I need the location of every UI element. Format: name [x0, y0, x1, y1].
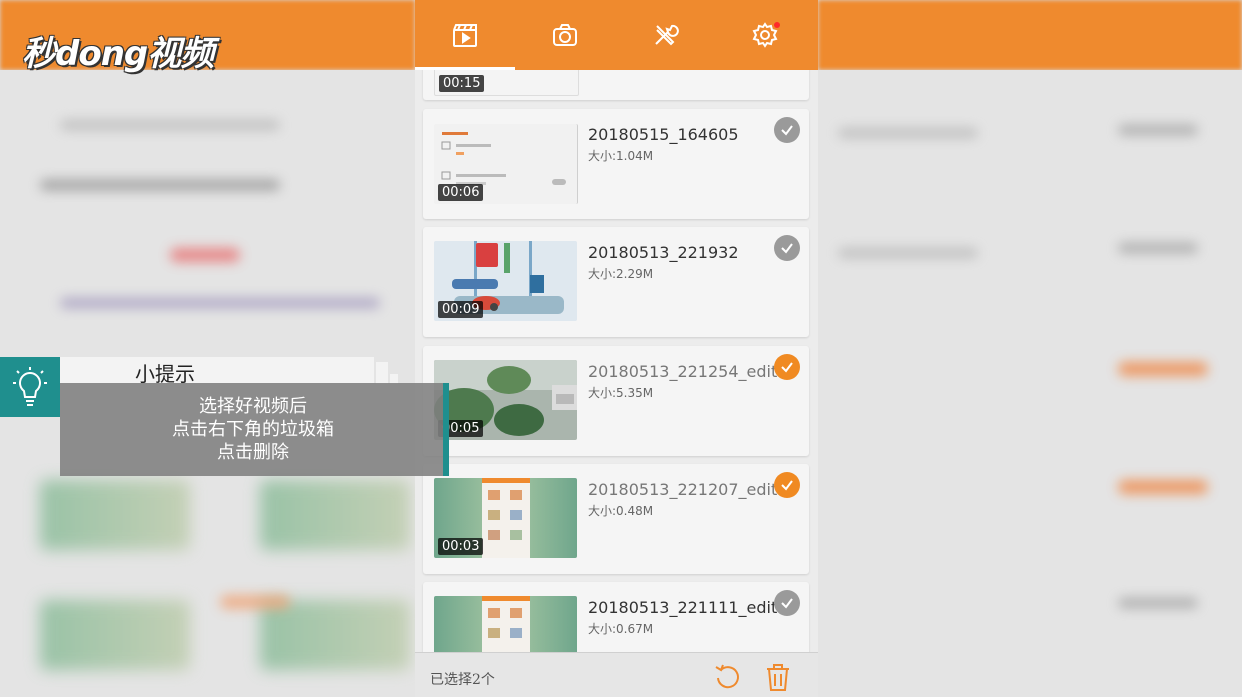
select-checkbox[interactable]: [774, 354, 800, 380]
list-item[interactable]: 00:03 20180513_221207_edit... 大小:0.48M: [423, 464, 809, 574]
video-thumbnail: 00:09: [434, 241, 577, 321]
select-checkbox[interactable]: [774, 235, 800, 261]
tip-bulb-box: [0, 357, 60, 417]
tip-accent-bar: [443, 383, 449, 476]
tools-icon: [655, 24, 679, 46]
video-list[interactable]: 00:15 00:06 20180515_164605 大小:1.04M 00:…: [415, 70, 818, 652]
phone-screen: 00:15 00:06 20180515_164605 大小:1.04M 00:…: [415, 0, 818, 697]
tip-line: 选择好视频后: [199, 396, 307, 417]
duration-label: 00:06: [438, 184, 484, 201]
check-icon: [781, 125, 793, 136]
check-icon: [781, 480, 793, 491]
file-name: 20180513_221932: [588, 243, 739, 262]
file-name: 20180515_164605: [588, 125, 739, 144]
list-item[interactable]: 00:05 20180513_221254_edit... 大小:5.35M: [423, 346, 809, 456]
tab-video[interactable]: [415, 0, 515, 70]
video-thumbnail: [434, 596, 577, 652]
selected-count: 已选择2个: [430, 672, 495, 688]
undo-icon: [715, 664, 739, 689]
file-size: 大小:2.29M: [588, 267, 654, 281]
duration-label: 00:03: [438, 538, 484, 555]
list-item[interactable]: 00:15: [423, 70, 809, 100]
background-right: [818, 0, 1242, 697]
video-thumbnail: 00:15: [434, 70, 579, 96]
video-thumbnail: 00:06: [434, 124, 578, 204]
list-item[interactable]: 00:09 20180513_221932 大小:2.29M: [423, 227, 809, 337]
select-checkbox[interactable]: [774, 117, 800, 143]
video-thumbnail: 00:05: [434, 360, 577, 440]
check-icon: [781, 243, 793, 254]
trash-icon: [767, 664, 789, 691]
select-checkbox[interactable]: [774, 590, 800, 616]
file-size: 大小:0.67M: [588, 622, 654, 636]
tip-title-bar: 小提示: [60, 357, 374, 386]
camera-icon: [553, 24, 577, 46]
notification-dot: [774, 22, 780, 28]
tab-tools[interactable]: [615, 0, 715, 70]
brand-logo: 秒dong视频: [22, 34, 214, 74]
video-thumbnail: 00:03: [434, 478, 577, 558]
lightbulb-icon: [13, 367, 47, 406]
list-item[interactable]: 00:06 20180515_164605 大小:1.04M: [423, 109, 809, 219]
bottom-action-bar: 已选择2个: [415, 652, 818, 697]
tip-decoration: [376, 362, 388, 384]
top-tab-bar: [415, 0, 818, 70]
restore-button[interactable]: [712, 661, 744, 693]
check-icon: [781, 362, 793, 373]
tab-settings[interactable]: [715, 0, 815, 70]
file-size: 大小:0.48M: [588, 504, 654, 518]
check-icon: [781, 598, 793, 609]
file-name: 20180513_221111_edit...: [588, 598, 793, 617]
duration-label: 00:09: [438, 301, 484, 318]
file-size: 大小:5.35M: [588, 386, 654, 400]
tab-camera[interactable]: [515, 0, 615, 70]
list-item[interactable]: 20180513_221111_edit... 大小:0.67M: [423, 582, 809, 652]
tip-line: 点击右下角的垃圾箱: [172, 419, 334, 440]
file-size: 大小:1.04M: [588, 149, 654, 163]
select-checkbox[interactable]: [774, 472, 800, 498]
file-name: 20180513_221254_edit...: [588, 362, 793, 381]
file-name: 20180513_221207_edit...: [588, 480, 793, 499]
tip-line: 点击删除: [217, 442, 289, 463]
tip-body: 选择好视频后 点击右下角的垃圾箱 点击删除: [60, 383, 446, 476]
video-clapper-icon: [453, 24, 477, 47]
duration-label: 00:15: [439, 75, 485, 92]
background-left: [0, 0, 415, 697]
delete-button[interactable]: [762, 661, 794, 693]
